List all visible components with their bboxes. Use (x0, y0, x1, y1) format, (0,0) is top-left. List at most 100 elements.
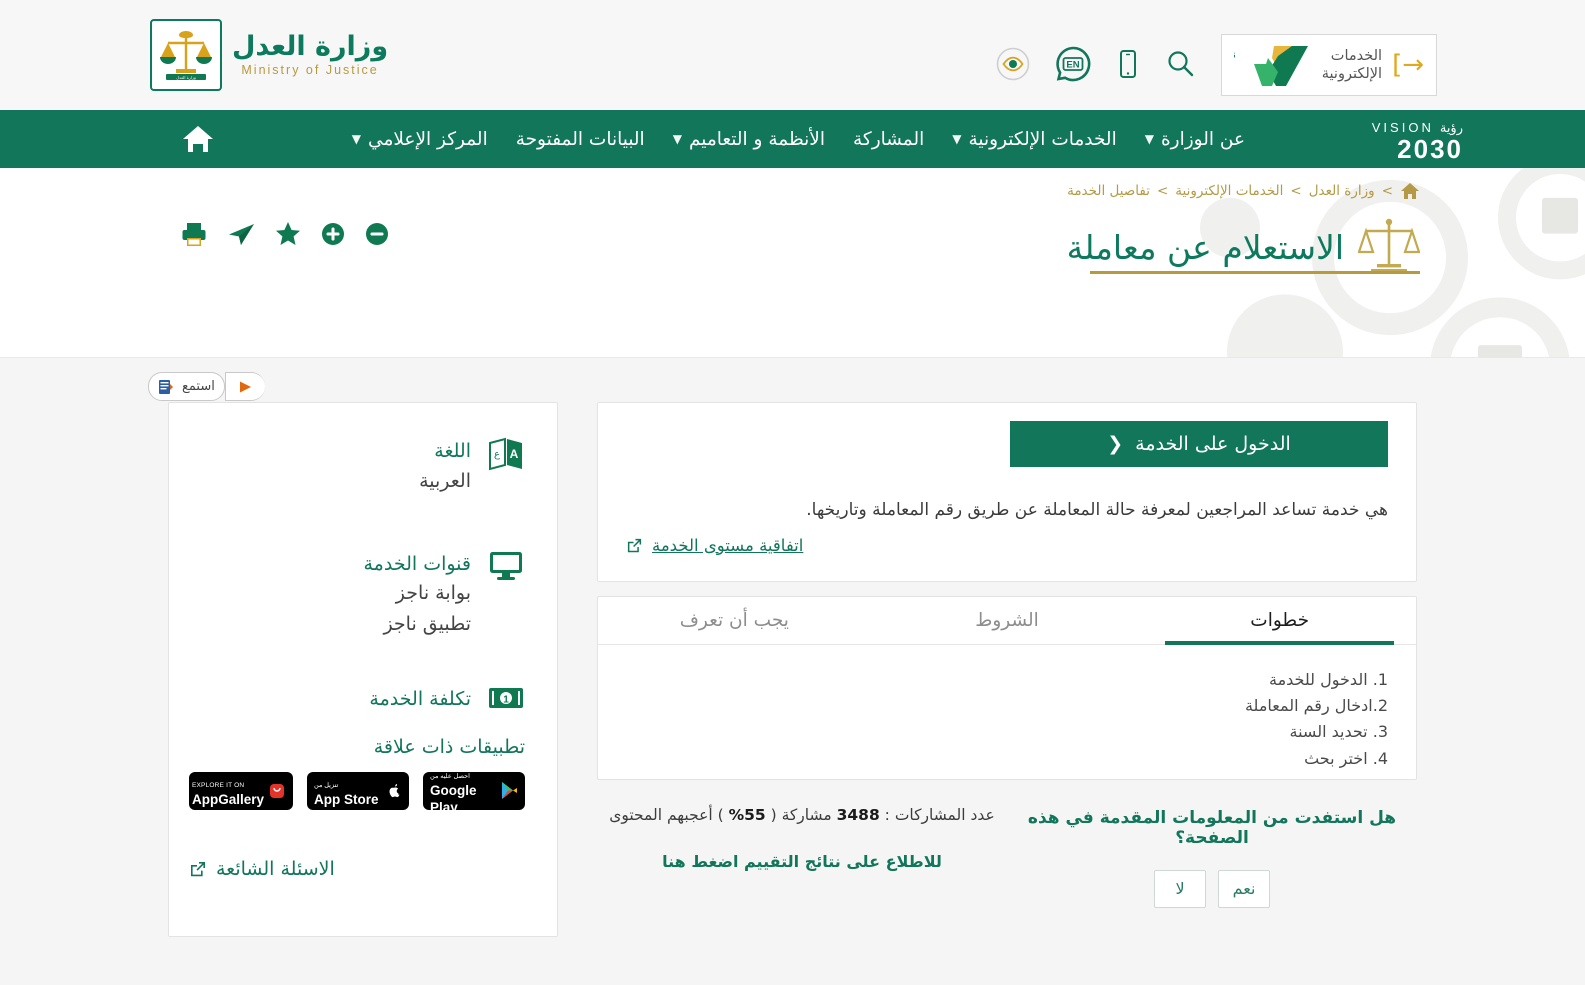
ministry-name-ar: وزارة العدل (232, 30, 389, 62)
chevron-down-icon: ▼ (952, 132, 962, 146)
step-item: 2.ادخال رقم المعاملة (1244, 695, 1388, 715)
accessibility-eye-icon[interactable] (995, 46, 1031, 82)
nav-item-regulations[interactable]: الأنظمة و التعاميم ▼ (673, 129, 825, 150)
sla-link[interactable]: اتفاقية مستوى الخدمة (626, 536, 1388, 555)
external-link-icon (626, 537, 643, 554)
share-icon[interactable] (226, 220, 256, 248)
appgallery-badge[interactable]: EXPLORE IT ON AppGallery (189, 771, 293, 810)
nav-item-list: عن الوزارة ▼ الخدمات الإلكترونية ▼ المشا… (352, 129, 1245, 150)
breadcrumb-separator: > (1290, 183, 1302, 199)
vision-word-en: VISION (1371, 120, 1434, 135)
tab-conditions[interactable]: الشروط (871, 597, 1144, 644)
najiz-services-button[interactable]: →] الخدمات الإلكترونية ناجز najiz Najiz … (1220, 34, 1437, 96)
app-store-badges: احصل عليه من Google Play تنزيل من App St… (189, 771, 525, 815)
service-main-column: الاستعلام عن معاملة الدخول على الخدمة ❮ … (597, 402, 1417, 908)
tab-steps[interactable]: خطوات (1143, 597, 1416, 645)
stats-middle: مشاركة ( (770, 805, 832, 824)
app-store-big: App Store (314, 791, 379, 807)
money-icon: 1 (487, 685, 525, 711)
feedback-stats: عدد المشاركات : 3488 مشاركة ( 55% ) أعجب… (597, 806, 1007, 824)
google-play-badge[interactable]: احصل عليه من Google Play (423, 771, 525, 815)
google-play-icon (501, 781, 518, 800)
tab-panel-steps: 1. الدخول للخدمة 2.ادخال رقم المعاملة 3.… (598, 645, 1416, 795)
breadcrumb-home-icon[interactable] (1400, 182, 1420, 200)
sidebar-channels-row: قنوات الخدمة بوابة ناجز تطبيق ناجز (189, 550, 525, 639)
hero-section: > وزارة العدل > الخدمات الإلكترونية > تف… (0, 168, 1585, 358)
najiz-label-line1: الخدمات (1330, 47, 1383, 64)
nav-item-media-center[interactable]: المركز الإعلامي ▼ (352, 129, 488, 150)
app-store-small: تنزيل من (314, 781, 339, 789)
listen-widget[interactable]: استمع (148, 372, 265, 401)
mobile-icon[interactable] (1115, 48, 1141, 80)
ministry-name-en: Ministry of Justice (241, 63, 379, 78)
app-store-badge[interactable]: تنزيل من App Store (307, 771, 409, 810)
decrease-font-icon[interactable] (364, 221, 390, 247)
najiz-logo-icon: ناجز najiz Najiz Electronic Services (1234, 46, 1308, 86)
google-play-big: Google Play (430, 783, 477, 816)
breadcrumb-item-ministry[interactable]: وزارة العدل (1309, 183, 1375, 199)
step-item: 1. الدخول للخدمة (1269, 669, 1388, 689)
sidebar-related-apps-title: تطبيقات ذات علاقة (373, 735, 525, 758)
nav-label: المشاركة (853, 128, 925, 150)
stats-suffix: ) أعجبهم المحتوى (609, 805, 724, 824)
enter-service-button[interactable]: الدخول على الخدمة ❮ (1010, 421, 1388, 467)
header-icon-group: EN (995, 46, 1197, 82)
svg-text:EN: EN (1066, 60, 1079, 71)
service-info-sidebar: Aع اللغة العربية قنوات الخدمة بوابة ناجز… (168, 402, 558, 937)
nav-item-e-services[interactable]: الخدمات الإلكترونية ▼ (952, 129, 1116, 150)
step-item: 3. تحديد السنة (1289, 722, 1388, 742)
sidebar-language-value: العربية (419, 469, 471, 492)
faq-link[interactable]: الاسئلة الشائعة (189, 858, 525, 880)
apple-icon (385, 781, 402, 801)
chevron-down-icon: ▼ (1144, 132, 1154, 146)
language-en-icon[interactable]: EN (1055, 46, 1091, 82)
appgallery-icon (269, 781, 286, 800)
title-underline (1090, 271, 1420, 274)
sidebar-channel-portal: بوابة ناجز (395, 582, 471, 605)
tab-conditions-label: الشروط (975, 609, 1039, 631)
top-header: →] الخدمات الإلكترونية ناجز najiz Najiz … (0, 0, 1585, 110)
nav-item-open-data[interactable]: البيانات المفتوحة (516, 129, 645, 150)
service-tabs-card: خطوات الشروط يجب أن تعرف 1. الدخول للخدم… (597, 595, 1417, 780)
google-play-small: احصل عليه من (430, 773, 470, 781)
page-title: الاستعلام عن معاملة (1066, 227, 1344, 267)
service-description: هي خدمة تساعد المراجعين لمعرفة حالة المع… (806, 500, 1388, 520)
ministry-branding: وزارة العدل Ministry of Justice وزارة ال… (150, 0, 388, 110)
tab-steps-label: خطوات (1250, 609, 1310, 631)
svg-text:1: 1 (503, 695, 509, 706)
print-icon[interactable] (180, 220, 208, 248)
sidebar-cost-row: 1 تكلفة الخدمة (189, 685, 525, 714)
svg-text:A: A (510, 447, 519, 461)
home-icon[interactable] (181, 124, 215, 158)
scales-emblem-icon: وزارة العدل (150, 19, 222, 91)
monitor-icon (487, 550, 525, 582)
chevron-left-icon: ❮ (1107, 433, 1124, 455)
feedback-no-button[interactable]: لا (1154, 869, 1206, 908)
breadcrumb-item-eservices[interactable]: الخدمات الإلكترونية (1175, 183, 1283, 199)
nav-item-participation[interactable]: المشاركة (853, 129, 924, 150)
nav-label: الأنظمة و التعاميم (688, 128, 825, 150)
stats-percent: 55% (728, 805, 766, 824)
page-body: استمع Aع اللغة العربية قنوات الخدمة بواب… (0, 358, 1585, 985)
search-icon[interactable] (1165, 48, 1197, 80)
nav-label: المركز الإعلامي (368, 128, 488, 150)
faq-label: الاسئلة الشائعة (216, 857, 335, 880)
sidebar-channel-app: تطبيق ناجز (383, 612, 471, 635)
tab-list: خطوات الشروط يجب أن تعرف (598, 597, 1416, 645)
tab-must-know[interactable]: يجب أن تعرف (598, 597, 871, 644)
chevron-down-icon: ▼ (672, 132, 682, 146)
vision-2030-logo: رؤية VISION 2030 (1372, 121, 1463, 162)
appgallery-small: EXPLORE IT ON (191, 781, 245, 789)
feedback-yes-button[interactable]: نعم (1218, 869, 1270, 908)
stats-prefix: عدد المشاركات : (884, 805, 995, 824)
sidebar-language-row: Aع اللغة العربية (189, 437, 525, 496)
breadcrumb-separator: > (1156, 183, 1169, 199)
increase-font-icon[interactable] (320, 221, 346, 247)
sidebar-language-label: اللغة (434, 440, 471, 462)
nav-item-about-ministry[interactable]: عن الوزارة ▼ (1145, 129, 1245, 150)
najiz-label-line2: الإلكترونية (1321, 66, 1383, 82)
play-icon[interactable] (224, 372, 265, 401)
favorite-star-icon[interactable] (274, 220, 302, 248)
feedback-results-link[interactable]: للاطلاع على نتائج التقييم اضغط هنا (597, 852, 1007, 871)
nav-label: عن الوزارة (1160, 128, 1245, 150)
